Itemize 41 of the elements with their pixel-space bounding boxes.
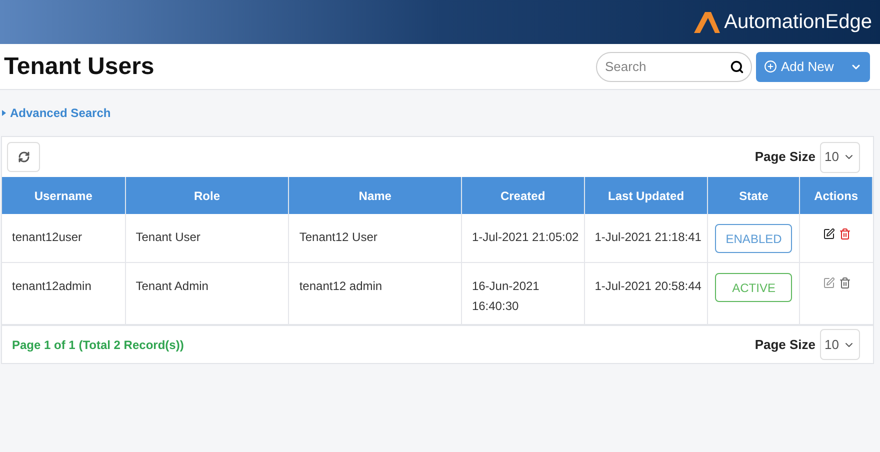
- pagination-summary: Page 1 of 1 (Total 2 Record(s)): [12, 336, 184, 354]
- edit-icon: [822, 277, 835, 289]
- refresh-button[interactable]: [7, 142, 40, 172]
- table-cell-text: tenant12user: [12, 229, 84, 246]
- table-cell-text: tenant12 admin: [299, 278, 384, 295]
- column-header: Actions: [800, 177, 874, 214]
- page-size-label: Page Size: [754, 148, 816, 166]
- page-title: Tenant Users: [4, 52, 154, 82]
- delete-button[interactable]: [838, 277, 851, 289]
- column-header: Created: [462, 177, 585, 214]
- table-cell-text: 16-Jun-2021 16:40:30: [472, 278, 540, 315]
- brand-logo: AutomationEdge: [692, 10, 872, 34]
- trash-icon: [838, 228, 851, 240]
- column-header: Last Updated: [584, 177, 708, 214]
- table-cell-text: Tenant12 User: [299, 229, 378, 246]
- edit-button[interactable]: [822, 228, 835, 240]
- trash-icon: [838, 277, 851, 289]
- refresh-icon: [18, 151, 30, 163]
- page-size-label: Page Size: [754, 336, 816, 354]
- search-field[interactable]: Search: [596, 52, 752, 82]
- column-header: Name: [289, 177, 462, 214]
- delete-button[interactable]: [838, 228, 851, 240]
- column-header: Username: [2, 177, 126, 214]
- caret-icon: [2, 110, 6, 116]
- column-header: State: [708, 177, 800, 214]
- edit-icon: [822, 228, 835, 240]
- table-cell-text: 1-Jul-2021 20:58:44: [594, 278, 702, 295]
- page-size-select[interactable]: 10: [820, 329, 860, 360]
- search-icon: [730, 60, 744, 74]
- table-cell-text: tenant12admin: [12, 278, 92, 295]
- table-cell-text: Tenant User: [136, 229, 202, 246]
- page-size-select[interactable]: 10: [820, 142, 860, 172]
- advanced-search-link[interactable]: Advanced Search: [2, 104, 111, 122]
- table-cell-text: Tenant Admin: [136, 278, 210, 295]
- plus-icon: [764, 60, 777, 73]
- logo-icon: [692, 10, 722, 34]
- state-badge: ACTIVE: [715, 273, 792, 302]
- table-cell-text: 1-Jul-2021 21:18:41: [594, 229, 702, 246]
- column-header: Role: [126, 177, 290, 214]
- state-badge: ENABLED: [715, 224, 792, 253]
- table-cell-text: 1-Jul-2021 21:05:02: [472, 229, 580, 246]
